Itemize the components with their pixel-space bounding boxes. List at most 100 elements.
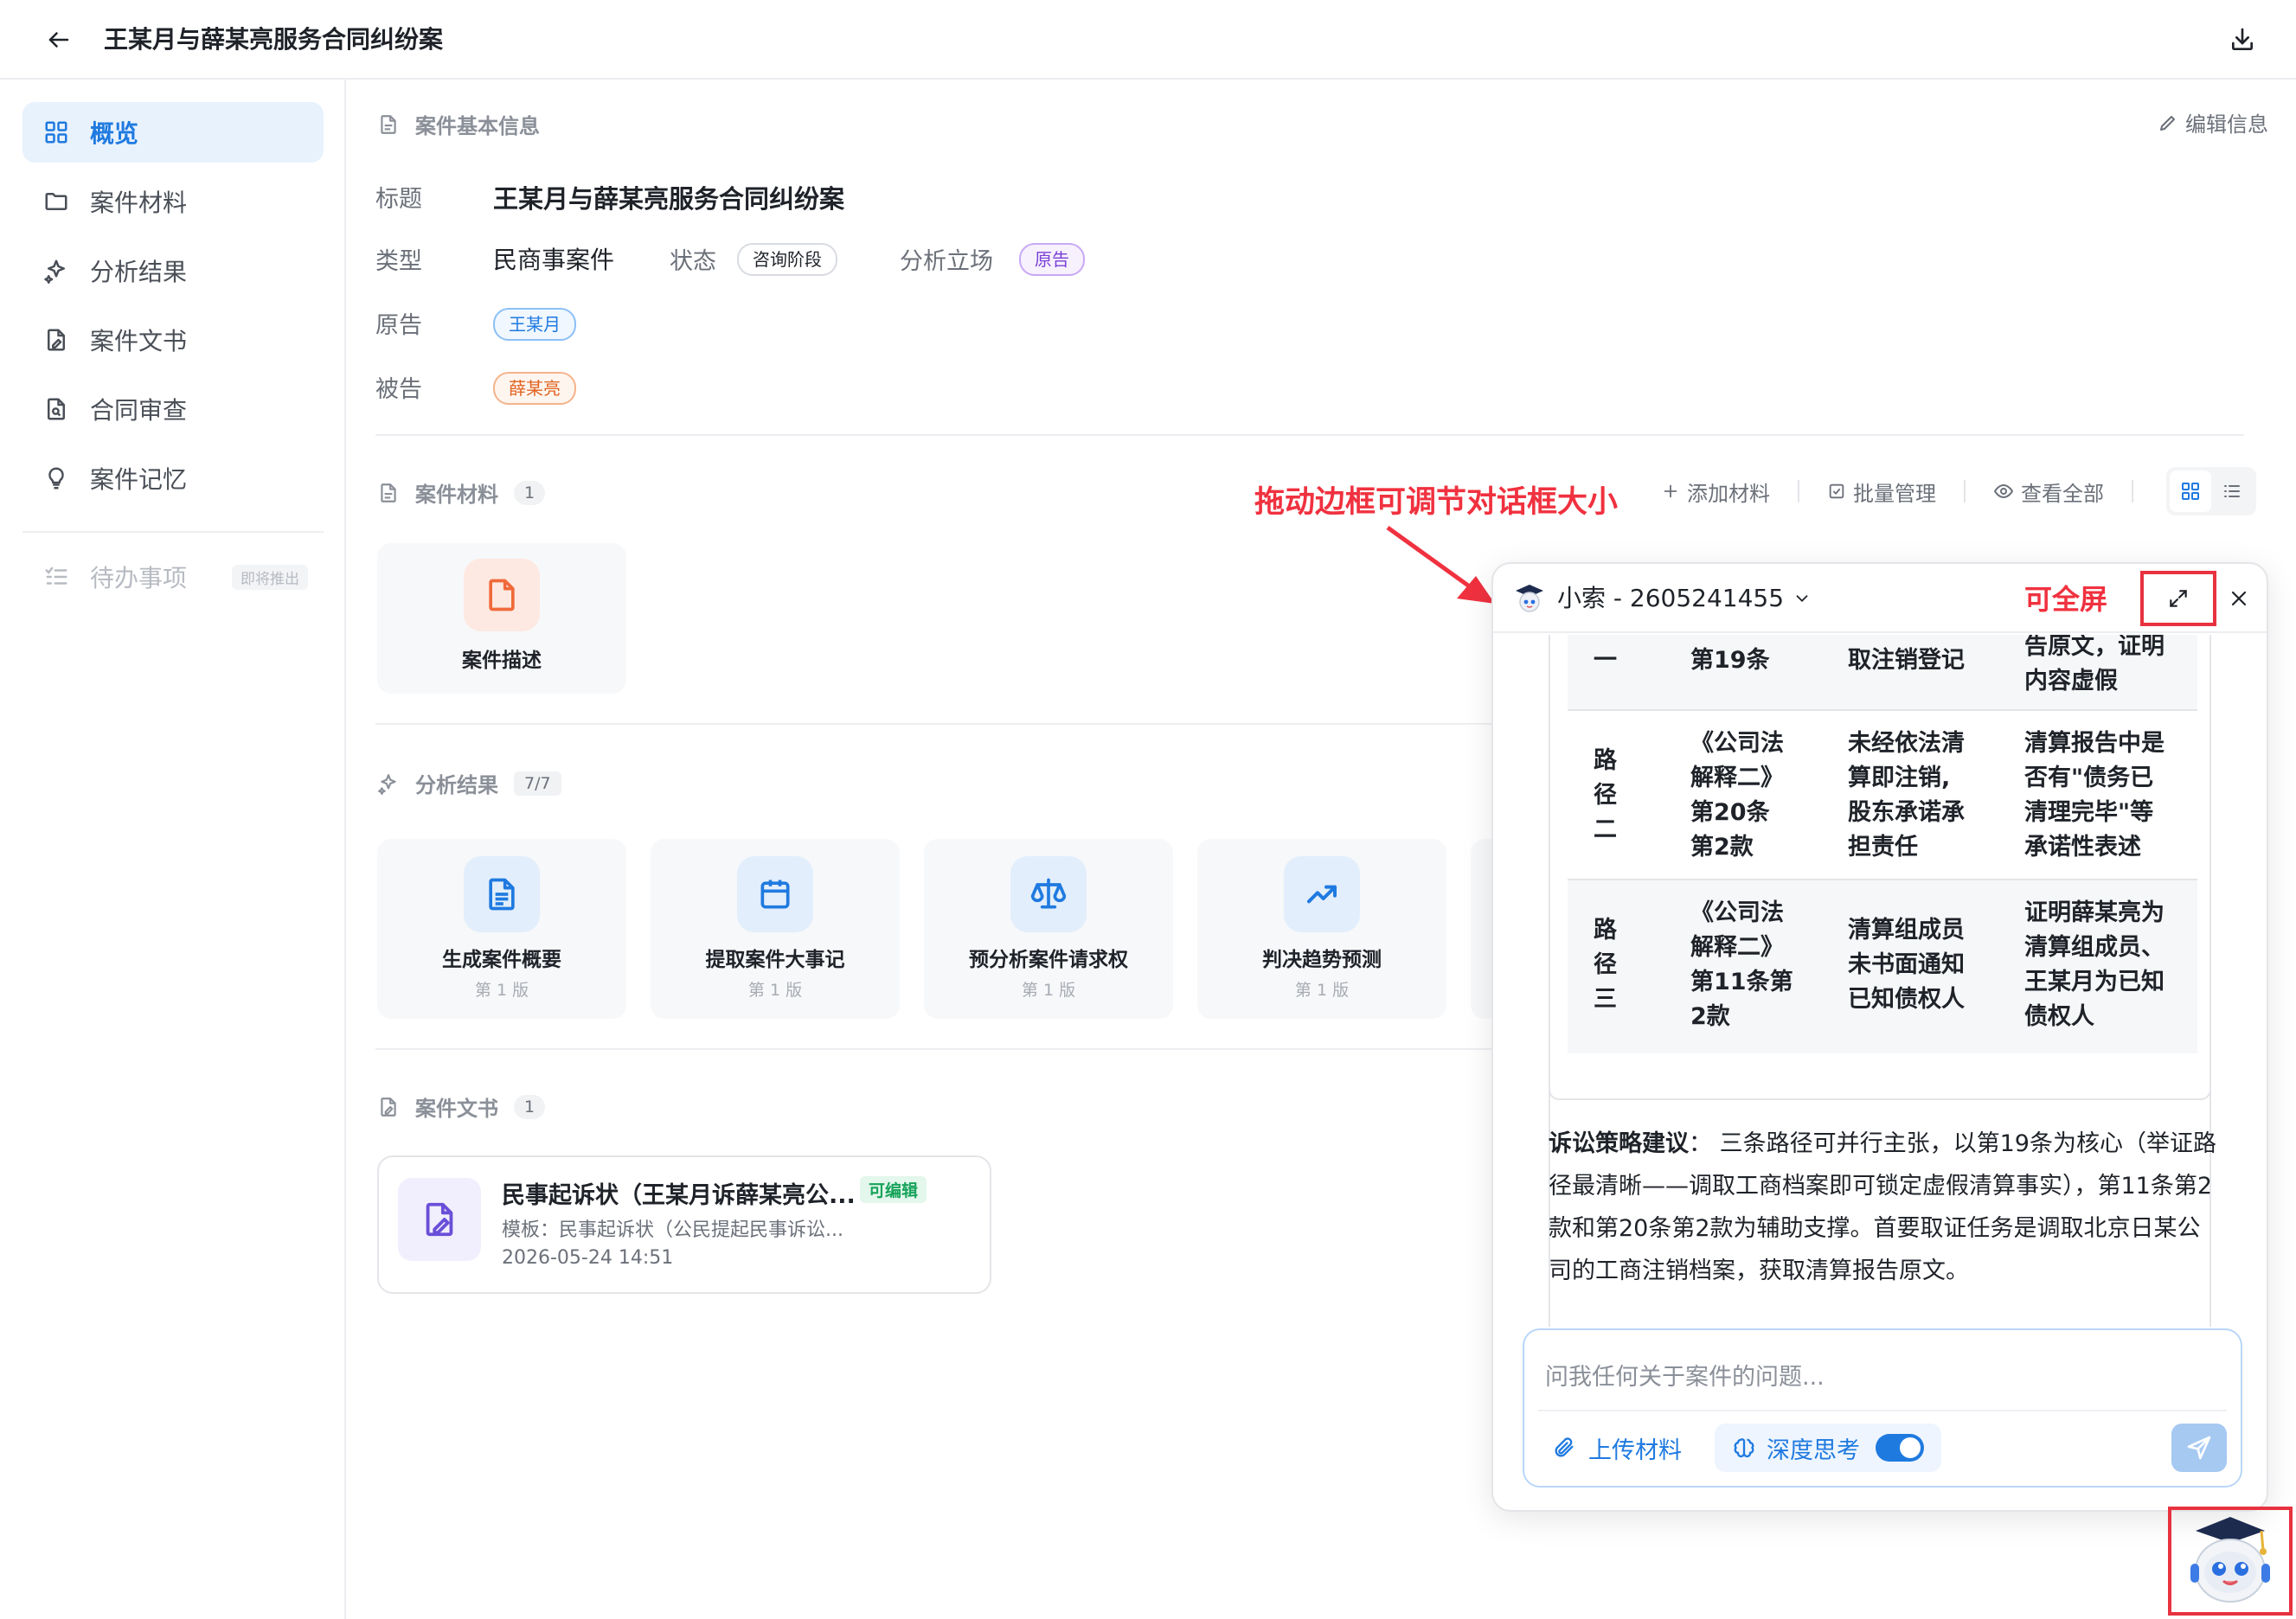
sparkle-icon — [375, 771, 401, 797]
chat-input-field[interactable]: 问我任何关于案件的问题... — [1545, 1358, 1825, 1392]
sidebar: 概览 案件材料 分析结果 案件文书 合同审查 案件记忆 待办事项 即将推出 — [0, 80, 346, 1619]
document-icon — [375, 112, 401, 138]
chat-header: 小索 - 2605241455 可全屏 — [1493, 564, 2267, 633]
analysis-card-label: 生成案件概要 — [442, 949, 561, 971]
chat-panel[interactable]: 小索 - 2605241455 可全屏 一 第19条 取注销登记 告原文，证明 … — [1491, 562, 2268, 1512]
document-lines-icon — [464, 856, 540, 932]
section-divider — [375, 434, 2244, 436]
chat-messages[interactable]: 一 第19条 取注销登记 告原文，证明 内容虚假 路 径 二 《公司法 解释二》… — [1493, 635, 2267, 1327]
assistant-selector[interactable]: 小索 - 2605241455 — [1557, 581, 1812, 616]
analysis-card-label: 判决趋势预测 — [1262, 949, 1382, 971]
document-search-icon — [42, 394, 71, 424]
plus-icon — [1664, 484, 1677, 498]
sidebar-item-documents[interactable]: 案件文书 — [22, 310, 324, 370]
analysis-card-summary[interactable]: 生成案件概要 第 1 版 — [377, 839, 626, 1019]
count-badge: 1 — [514, 1094, 546, 1119]
sidebar-item-memory[interactable]: 案件记忆 — [22, 448, 324, 509]
deep-think-toggle[interactable]: 深度思考 — [1715, 1424, 1941, 1472]
download-icon[interactable] — [2225, 22, 2260, 57]
material-card[interactable]: 案件描述 — [377, 543, 626, 694]
status-tag: 咨询阶段 — [737, 243, 837, 276]
expand-icon[interactable] — [2140, 571, 2216, 626]
upload-label: 上传材料 — [1588, 1437, 1682, 1464]
toolbar-separator — [1798, 480, 1799, 502]
sidebar-item-label: 案件文书 — [90, 327, 188, 355]
grid-view-icon[interactable] — [2170, 470, 2211, 512]
analysis-card-version: 第 1 版 — [474, 981, 529, 1000]
document-date: 2026-05-24 14:51 — [502, 1247, 674, 1269]
chat-input-box[interactable]: 问我任何关于案件的问题... 上传材料 深度思考 — [1523, 1328, 2242, 1488]
section-title: 案件文书 — [415, 1097, 498, 1121]
materials-header: 案件材料 1 — [375, 477, 546, 508]
analysis-card-version: 第 1 版 — [747, 981, 803, 1000]
assistant-mascot-icon[interactable] — [2178, 1512, 2282, 1609]
sidebar-item-contract-review[interactable]: 合同审查 — [22, 379, 324, 439]
annotation-arrow-icon — [1386, 525, 1495, 604]
assistant-avatar-icon — [1512, 581, 1547, 616]
checkbox-icon — [1829, 483, 1844, 499]
title-value: 王某月与薛某亮服务合同纠纷案 — [493, 184, 845, 214]
sidebar-item-label: 待办事项 — [90, 564, 188, 592]
analysis-card-version: 第 1 版 — [1021, 981, 1076, 1000]
sparkle-icon — [42, 256, 71, 285]
top-header: 王某月与薛某亮服务合同纠纷案 — [0, 0, 2296, 80]
folder-icon — [42, 187, 71, 216]
send-icon — [2187, 1436, 2211, 1460]
analysis-card-trend[interactable]: 判决趋势预测 第 1 版 — [1197, 839, 1446, 1019]
document-card[interactable]: 民事起诉状（王某月诉薛某亮公... 可编辑 模板：民事起诉状（公民提起民事诉讼.… — [377, 1155, 991, 1294]
type-label: 类型 — [375, 248, 422, 275]
document-template: 模板：民事起诉状（公民提起民事诉讼... — [502, 1219, 843, 1241]
view-all-button[interactable]: 查看全部 — [1993, 477, 2104, 507]
count-badge: 7/7 — [514, 771, 561, 796]
title-label: 标题 — [375, 186, 422, 213]
analysis-card-version: 第 1 版 — [1294, 981, 1350, 1000]
document-pen-icon — [42, 325, 71, 355]
analysis-header: 分析结果 7/7 — [375, 768, 561, 798]
defendant-tag: 薛某亮 — [493, 372, 576, 405]
plaintiff-label: 原告 — [375, 312, 422, 339]
checklist-icon — [42, 562, 71, 592]
back-arrow-icon[interactable] — [42, 22, 76, 57]
pencil-icon — [2160, 115, 2175, 131]
editable-badge: 可编辑 — [860, 1176, 927, 1203]
brain-icon — [1734, 1438, 1754, 1458]
defendant-label: 被告 — [375, 376, 422, 403]
add-material-button[interactable]: 添加材料 — [1661, 477, 1770, 507]
close-icon[interactable] — [2223, 583, 2254, 614]
section-title: 案件基本信息 — [415, 114, 540, 138]
section-title: 分析结果 — [415, 773, 498, 797]
sidebar-item-materials[interactable]: 案件材料 — [22, 171, 324, 232]
send-button[interactable] — [2171, 1424, 2227, 1472]
document-title: 民事起诉状（王某月诉薛某亮公... — [502, 1182, 856, 1209]
upload-material-button[interactable]: 上传材料 — [1552, 1425, 1682, 1470]
batch-manage-label: 批量管理 — [1853, 481, 1936, 506]
page-title: 王某月与薛某亮服务合同纠纷案 — [104, 25, 444, 54]
sidebar-item-todo: 待办事项 即将推出 — [22, 547, 324, 607]
paperclip-icon — [1555, 1437, 1574, 1457]
deep-think-switch[interactable] — [1876, 1434, 1924, 1462]
plaintiff-tag: 王某月 — [493, 308, 576, 341]
section-title: 案件材料 — [415, 483, 498, 507]
calendar-icon — [737, 856, 813, 932]
sidebar-item-overview[interactable]: 概览 — [22, 102, 324, 163]
materials-toolbar: 添加材料 批量管理 查看全部 — [1661, 467, 2256, 515]
grid-icon — [42, 118, 71, 147]
lightbulb-icon — [42, 464, 71, 493]
status-label: 状态 — [670, 248, 716, 275]
sidebar-item-label: 合同审查 — [90, 396, 188, 425]
toolbar-separator — [1964, 480, 1966, 502]
analysis-card-timeline[interactable]: 提取案件大事记 第 1 版 — [651, 839, 900, 1019]
analysis-card-label: 提取案件大事记 — [705, 949, 845, 971]
edit-info-label: 编辑信息 — [2185, 112, 2268, 137]
list-view-icon[interactable] — [2211, 470, 2253, 512]
add-material-label: 添加材料 — [1687, 481, 1770, 506]
batch-manage-button[interactable]: 批量管理 — [1827, 477, 1936, 507]
deep-think-label: 深度思考 — [1767, 1437, 1860, 1464]
sidebar-item-label: 概览 — [90, 119, 139, 148]
fullscreen-hint-annotation: 可全屏 — [2024, 583, 2108, 616]
edit-info-button[interactable]: 编辑信息 — [2158, 107, 2268, 138]
sidebar-item-analysis[interactable]: 分析结果 — [22, 240, 324, 301]
analysis-card-label: 预分析案件请求权 — [969, 949, 1128, 971]
analysis-card-claims[interactable]: 预分析案件请求权 第 1 版 — [924, 839, 1173, 1019]
count-badge: 1 — [514, 480, 546, 505]
